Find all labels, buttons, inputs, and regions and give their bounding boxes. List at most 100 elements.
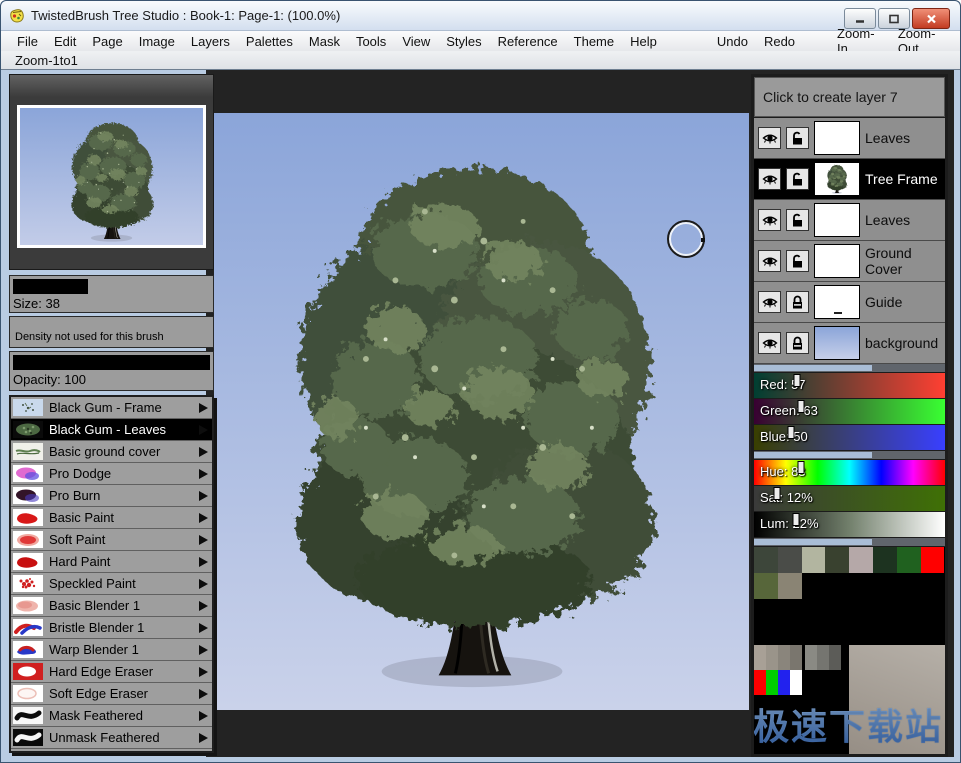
size-value-bar[interactable] bbox=[13, 279, 88, 294]
brush-options-arrow-icon[interactable] bbox=[199, 557, 208, 567]
lock-toggle[interactable] bbox=[786, 250, 809, 272]
brush-item-hard-edge-eraser[interactable]: Hard Edge Eraser bbox=[11, 661, 212, 683]
brush-options-arrow-icon[interactable] bbox=[199, 711, 208, 721]
brush-item-warp-blender-1[interactable]: Warp Blender 1 bbox=[11, 639, 212, 661]
brush-options-arrow-icon[interactable] bbox=[199, 469, 208, 479]
splitter-handle[interactable] bbox=[754, 365, 872, 371]
palette-swatch[interactable] bbox=[754, 670, 766, 695]
lock-toggle[interactable] bbox=[786, 209, 809, 231]
zoom-1to1-button[interactable]: Zoom-1to1 bbox=[7, 53, 86, 68]
layer-row-leaves-top[interactable]: Leaves bbox=[754, 118, 945, 159]
brush-item-soft-edge-eraser[interactable]: Soft Edge Eraser bbox=[11, 683, 212, 705]
brush-options-arrow-icon[interactable] bbox=[199, 535, 208, 545]
menu-view[interactable]: View bbox=[394, 34, 438, 49]
redo-button[interactable]: Redo bbox=[756, 34, 803, 49]
brush-item-pro-burn[interactable]: Pro Burn bbox=[11, 485, 212, 507]
brush-item-bristle-blender-1[interactable]: Bristle Blender 1 bbox=[11, 617, 212, 639]
palette-swatch[interactable] bbox=[802, 547, 826, 573]
menu-mask[interactable]: Mask bbox=[301, 34, 348, 49]
brush-options-arrow-icon[interactable] bbox=[199, 491, 208, 501]
menu-layers[interactable]: Layers bbox=[183, 34, 238, 49]
brush-options-arrow-icon[interactable] bbox=[199, 689, 208, 699]
palette-swatch[interactable] bbox=[790, 645, 802, 670]
create-layer-button[interactable]: Click to create layer 7 bbox=[754, 77, 945, 117]
brush-options-arrow-icon[interactable] bbox=[199, 733, 208, 743]
brush-options-arrow-icon[interactable] bbox=[199, 513, 208, 523]
palette-swatch[interactable] bbox=[754, 573, 778, 599]
palette-swatch[interactable] bbox=[754, 645, 766, 670]
luminance-slider[interactable]: Lum: 22% bbox=[754, 512, 945, 537]
page-thumbnail[interactable] bbox=[17, 105, 206, 248]
brush-size-panel[interactable]: Size: 38 bbox=[9, 275, 214, 313]
menu-page[interactable]: Page bbox=[84, 34, 130, 49]
hue-slider[interactable]: Hue: 88 bbox=[754, 460, 945, 485]
palette-swatch[interactable] bbox=[766, 645, 778, 670]
visibility-toggle[interactable] bbox=[758, 209, 781, 231]
visibility-toggle[interactable] bbox=[758, 168, 781, 190]
layer-row-guide[interactable]: Guide bbox=[754, 282, 945, 323]
palette-swatch[interactable] bbox=[849, 547, 873, 573]
lock-toggle[interactable] bbox=[786, 168, 809, 190]
paint-canvas[interactable] bbox=[214, 113, 749, 710]
brush-options-arrow-icon[interactable] bbox=[199, 425, 208, 435]
brush-options-arrow-icon[interactable] bbox=[199, 645, 208, 655]
visibility-toggle[interactable] bbox=[758, 291, 781, 313]
palette-swatch[interactable] bbox=[754, 547, 778, 573]
palette-swatch[interactable] bbox=[778, 670, 790, 695]
palette-swatch[interactable] bbox=[897, 547, 921, 573]
brush-options-arrow-icon[interactable] bbox=[199, 601, 208, 611]
menu-file[interactable]: File bbox=[9, 34, 46, 49]
opacity-value-bar[interactable] bbox=[13, 355, 210, 370]
saturation-slider[interactable]: Sat: 12% bbox=[754, 486, 945, 511]
brush-options-arrow-icon[interactable] bbox=[199, 447, 208, 457]
lock-toggle[interactable] bbox=[786, 332, 809, 354]
layer-row-ground-cover[interactable]: Ground Cover bbox=[754, 241, 945, 282]
lock-toggle[interactable] bbox=[786, 291, 809, 313]
brush-options-arrow-icon[interactable] bbox=[199, 667, 208, 677]
palette-swatch[interactable] bbox=[921, 547, 945, 573]
menu-theme[interactable]: Theme bbox=[566, 34, 622, 49]
lock-toggle[interactable] bbox=[786, 127, 809, 149]
brush-item-basic-blender-1[interactable]: Basic Blender 1 bbox=[11, 595, 212, 617]
menu-palettes[interactable]: Palettes bbox=[238, 34, 301, 49]
visibility-toggle[interactable] bbox=[758, 127, 781, 149]
layer-row-leaves-bottom[interactable]: Leaves bbox=[754, 200, 945, 241]
menu-styles[interactable]: Styles bbox=[438, 34, 489, 49]
palette-swatch[interactable] bbox=[829, 645, 841, 670]
panel-splitter[interactable] bbox=[754, 364, 945, 372]
layer-row-background[interactable]: background bbox=[754, 323, 945, 364]
brush-item-pro-dodge[interactable]: Pro Dodge bbox=[11, 463, 212, 485]
brush-options-arrow-icon[interactable] bbox=[199, 623, 208, 633]
menu-image[interactable]: Image bbox=[131, 34, 183, 49]
menu-edit[interactable]: Edit bbox=[46, 34, 84, 49]
palette-swatch[interactable] bbox=[766, 670, 778, 695]
palette-swatch[interactable] bbox=[805, 645, 817, 670]
visibility-toggle[interactable] bbox=[758, 332, 781, 354]
palette-swatch[interactable] bbox=[825, 547, 849, 573]
palette-swatch[interactable] bbox=[778, 645, 790, 670]
brush-item-black-gum-frame[interactable]: Black Gum - Frame bbox=[11, 397, 212, 419]
palette-swatch[interactable] bbox=[790, 670, 802, 695]
brush-opacity-panel[interactable]: Opacity: 100 bbox=[9, 351, 214, 391]
palette-swatch[interactable] bbox=[778, 573, 802, 599]
menu-reference[interactable]: Reference bbox=[490, 34, 566, 49]
splitter-handle[interactable] bbox=[754, 452, 872, 458]
menu-tools[interactable]: Tools bbox=[348, 34, 394, 49]
visibility-toggle[interactable] bbox=[758, 250, 781, 272]
brush-item-hard-paint[interactable]: Hard Paint bbox=[11, 551, 212, 573]
brush-item-basic-ground-cover[interactable]: Basic ground cover bbox=[11, 441, 212, 463]
brush-item-soft-paint[interactable]: Soft Paint bbox=[11, 529, 212, 551]
brush-item-mask-feathered[interactable]: Mask Feathered bbox=[11, 705, 212, 727]
palette-swatch[interactable] bbox=[778, 547, 802, 573]
brush-options-arrow-icon[interactable] bbox=[199, 403, 208, 413]
splitter-handle[interactable] bbox=[754, 539, 872, 545]
panel-splitter[interactable] bbox=[754, 538, 945, 546]
red-slider[interactable]: Red: 57 bbox=[754, 373, 945, 398]
menu-help[interactable]: Help bbox=[622, 34, 665, 49]
titlebar[interactable]: TwistedBrush Tree Studio : Book-1: Page-… bbox=[1, 1, 960, 31]
brush-item-unmask-feathered[interactable]: Unmask Feathered bbox=[11, 727, 212, 749]
panel-splitter[interactable] bbox=[754, 451, 945, 459]
undo-button[interactable]: Undo bbox=[709, 34, 756, 49]
brush-item-black-gum-leaves[interactable]: Black Gum - Leaves bbox=[11, 419, 212, 441]
layer-row-tree-frame[interactable]: Tree Frame bbox=[754, 159, 945, 200]
